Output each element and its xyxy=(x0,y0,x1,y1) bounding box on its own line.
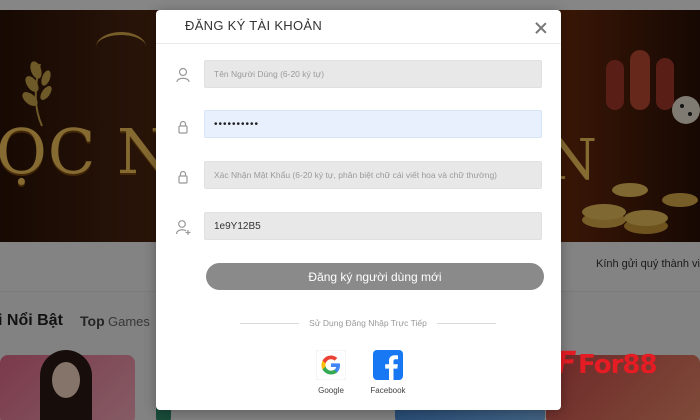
password-input[interactable]: •••••••••• xyxy=(204,110,542,138)
close-icon[interactable] xyxy=(532,19,550,37)
divider-line xyxy=(436,322,497,324)
brand-logo: F For88 xyxy=(556,346,686,386)
google-label: Google xyxy=(318,386,344,395)
facebook-login-button[interactable]: Facebook xyxy=(366,350,410,398)
add-user-icon xyxy=(175,220,191,235)
lock-icon xyxy=(178,120,188,134)
confirm-password-input[interactable]: Xác Nhận Mật Khẩu (6-20 ký tự, phân biệt… xyxy=(204,161,542,189)
user-icon xyxy=(176,67,190,83)
register-button[interactable]: Đăng ký người dùng mới xyxy=(206,263,544,290)
direct-login-divider: Sử Dụng Đăng Nhập Trực Tiếp xyxy=(240,316,497,330)
google-icon xyxy=(316,350,346,380)
facebook-icon xyxy=(373,350,403,380)
divider-label: Sử Dụng Đăng Nhập Trực Tiếp xyxy=(309,318,427,328)
register-modal: ĐĂNG KÝ TÀI KHOẢN Tên Người Dùng (6-20 k… xyxy=(156,10,561,410)
brand-logo-text: For88 xyxy=(578,350,658,380)
referral-code-input[interactable]: 1e9Y12B5 xyxy=(204,212,542,240)
modal-header: ĐĂNG KÝ TÀI KHOẢN xyxy=(156,10,561,44)
modal-title: ĐĂNG KÝ TÀI KHOẢN xyxy=(185,18,323,33)
username-input[interactable]: Tên Người Dùng (6-20 ký tự) xyxy=(204,60,542,88)
divider-line xyxy=(240,322,300,324)
facebook-label: Facebook xyxy=(370,386,406,395)
lock-icon xyxy=(178,170,188,184)
google-login-button[interactable]: Google xyxy=(309,350,353,398)
